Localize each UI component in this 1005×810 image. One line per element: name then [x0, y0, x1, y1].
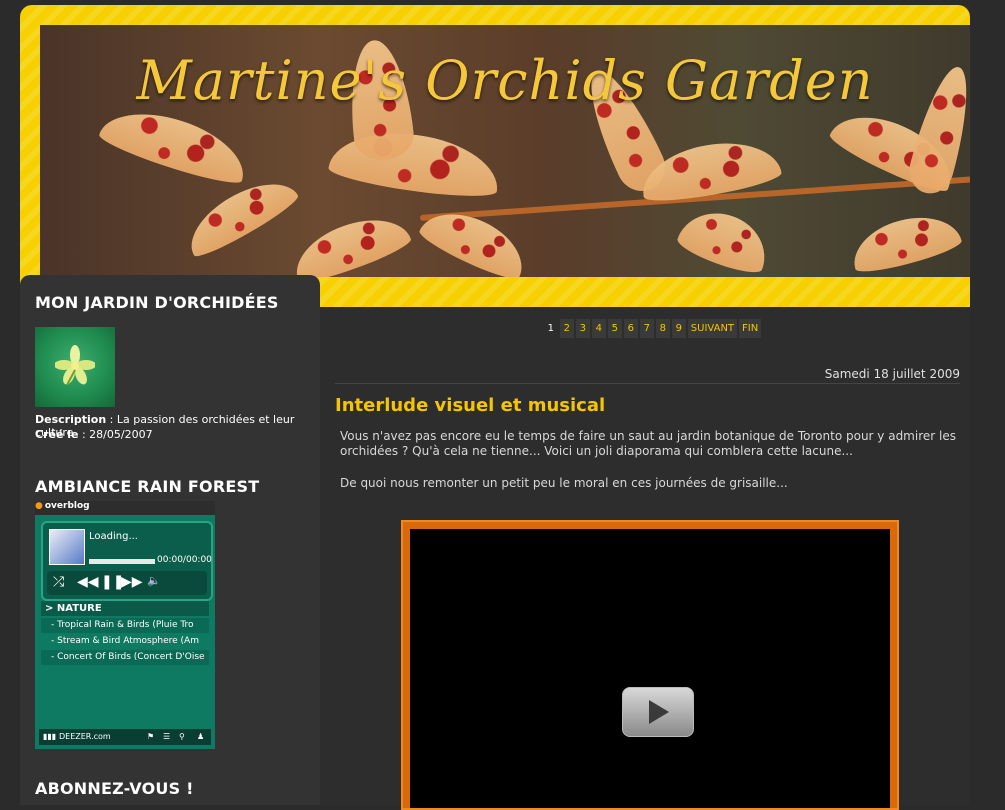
header: Martine's Orchids Garden: [20, 5, 970, 307]
page-link-4[interactable]: 4: [591, 319, 606, 338]
player-footer: ▮▮▮ DEEZER.com ⚑ ☰ ⚲ ♟: [39, 729, 211, 745]
page-link-5[interactable]: 5: [607, 319, 622, 338]
pagination: 1 2 3 4 5 6 7 8 9 SUIVANT FIN: [335, 319, 970, 338]
page-link-7[interactable]: 7: [639, 319, 654, 338]
overblog-logo-icon: ●: [35, 501, 43, 511]
video-player[interactable]: [401, 520, 899, 810]
player-status: Loading...: [89, 531, 138, 542]
player-brand[interactable]: ● overblog: [35, 501, 215, 515]
page-current: 1: [547, 323, 554, 334]
page-link-2[interactable]: 2: [559, 319, 574, 338]
music-player: ● overblog Loading... 00:00/00:00 ⤮ ◀◀ ❚❚…: [35, 501, 215, 749]
post-date: Samedi 18 juillet 2009: [824, 367, 960, 381]
album-thumbnail: [49, 529, 85, 565]
page-link-8[interactable]: 8: [655, 319, 670, 338]
play-button[interactable]: [622, 687, 694, 737]
last-page-button[interactable]: FIN: [739, 319, 762, 338]
banner-image: Martine's Orchids Garden: [40, 25, 970, 277]
play-icon: [649, 700, 669, 724]
sidebar-title-garden: MON JARDIN D'ORCHIDÉES: [35, 293, 279, 312]
sidebar-title-subscribe: ABONNEZ-VOUS !: [35, 779, 194, 798]
page-link-9[interactable]: 9: [671, 319, 686, 338]
sidebar: MON JARDIN D'ORCHIDÉES Description : La …: [20, 275, 320, 805]
player-time: 00:00/00:00: [157, 555, 212, 565]
shuffle-icon[interactable]: ⤮: [53, 574, 64, 590]
post-paragraph: Vous n'avez pas encore eu le temps de fa…: [340, 429, 956, 458]
playlist-icon[interactable]: ☰: [163, 732, 170, 741]
post-title[interactable]: Interlude visuel et musical: [335, 395, 605, 416]
created-value: : 28/05/2007: [78, 428, 153, 441]
player-screen: Loading... 00:00/00:00 ⤮ ◀◀ ❚❚ ▶▶ 🔈: [41, 521, 213, 601]
created-label: Créé le: [35, 428, 79, 441]
user-icon[interactable]: ♟: [197, 732, 204, 741]
divider: [335, 383, 960, 384]
search-icon[interactable]: ⚲: [179, 732, 185, 741]
video-screen[interactable]: [410, 529, 890, 808]
avatar[interactable]: [35, 327, 115, 407]
orchid-flower-icon: [55, 345, 95, 385]
page: Martine's Orchids Garden MON JARDIN D'OR…: [20, 5, 970, 810]
playlist-category[interactable]: > NATURE: [41, 601, 209, 616]
progress-bar[interactable]: [89, 559, 155, 564]
forward-icon[interactable]: ▶▶: [121, 574, 143, 590]
playlist-track[interactable]: - Tropical Rain & Birds (Pluie Tro: [41, 618, 209, 633]
orchid-petal: [286, 205, 414, 277]
deezer-logo-icon: ▮▮▮: [43, 732, 57, 741]
playlist-track[interactable]: - Stream & Bird Atmosphere (Am: [41, 634, 209, 649]
post-paragraph: De quoi nous remonter un petit peu le mo…: [340, 476, 788, 490]
share-icon[interactable]: ⚑: [147, 732, 154, 741]
playlist-track[interactable]: - Concert Of Birds (Concert D'Oise: [41, 650, 209, 665]
deezer-label[interactable]: DEEZER.com: [59, 732, 111, 741]
blog-created: Créé le : 28/05/2007: [35, 428, 153, 441]
sidebar-title-ambiance: AMBIANCE RAIN FOREST: [35, 477, 260, 496]
orchid-petal: [674, 201, 776, 277]
main-content: 1 2 3 4 5 6 7 8 9 SUIVANT FIN Samedi 18 juillet 20…: [335, 307, 970, 810]
orchid-petal: [846, 206, 964, 277]
page-link-3[interactable]: 3: [575, 319, 590, 338]
rewind-icon[interactable]: ◀◀: [77, 574, 99, 590]
player-controls: ⤮ ◀◀ ❚❚ ▶▶ 🔈: [47, 571, 207, 595]
site-title[interactable]: Martine's Orchids Garden: [40, 49, 970, 112]
next-page-button[interactable]: SUIVANT: [687, 319, 738, 338]
brand-label: overblog: [44, 501, 90, 511]
volume-icon[interactable]: 🔈: [147, 574, 161, 587]
description-label: Description: [35, 413, 107, 426]
page-link-6[interactable]: 6: [623, 319, 638, 338]
